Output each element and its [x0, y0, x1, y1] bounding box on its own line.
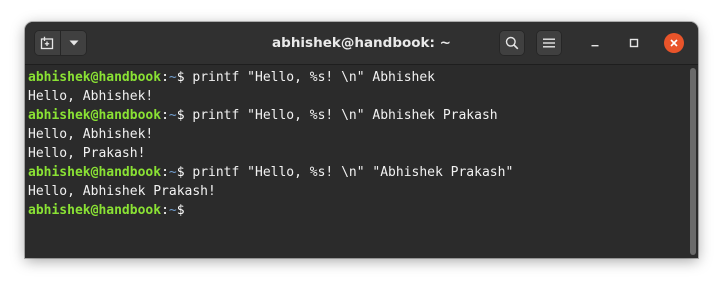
hamburger-icon [543, 38, 555, 48]
prompt-symbol: $ [176, 165, 193, 180]
tab-menu-button[interactable] [60, 30, 87, 56]
minimize-button[interactable] [585, 33, 605, 53]
prompt-path: ~ [168, 165, 177, 180]
prompt-symbol: $ [176, 203, 193, 218]
prompt-user-host: abhishek@handbook [28, 165, 162, 180]
output-line: Hello, Abhishek Prakash! [28, 184, 216, 199]
command-line: abhishek@handbook:~$ [28, 201, 687, 220]
prompt-symbol: $ [176, 108, 193, 123]
new-tab-button[interactable] [34, 30, 60, 56]
output-line: Hello, Abhishek! [28, 89, 154, 104]
maximize-button[interactable] [624, 33, 644, 53]
command-text: printf "Hello, %s! \n" Abhishek Prakash [192, 108, 498, 123]
command-line: abhishek@handbook:~$ printf "Hello, %s! … [28, 163, 687, 182]
prompt-separator: : [161, 108, 169, 123]
title-bar[interactable]: abhishek@handbook: ~ [25, 22, 698, 65]
command-text: printf "Hello, %s! \n" Abhishek [192, 70, 436, 85]
prompt-user-host: abhishek@handbook [28, 108, 162, 123]
new-tab-icon [40, 36, 54, 50]
search-icon [505, 36, 519, 50]
tab-button-group [34, 30, 87, 56]
menu-button[interactable] [536, 30, 562, 56]
prompt-separator: : [161, 165, 169, 180]
output-line: Hello, Prakash! [28, 146, 146, 161]
close-button[interactable] [664, 33, 684, 53]
command-line: abhishek@handbook:~$ printf "Hello, %s! … [28, 68, 687, 87]
prompt-separator: : [161, 203, 169, 218]
search-button[interactable] [499, 30, 525, 56]
prompt-path: ~ [168, 203, 177, 218]
output-line: Hello, Abhishek! [28, 127, 154, 142]
maximize-icon [629, 38, 639, 48]
prompt-user-host: abhishek@handbook [28, 70, 162, 85]
minimize-icon [591, 45, 599, 47]
prompt-symbol: $ [176, 70, 193, 85]
prompt-separator: : [161, 70, 169, 85]
chevron-down-icon [69, 40, 79, 46]
scrollbar[interactable] [690, 68, 696, 255]
command-text: printf "Hello, %s! \n" "Abhishek Prakash… [192, 165, 514, 180]
command-line: abhishek@handbook:~$ printf "Hello, %s! … [28, 106, 687, 125]
prompt-path: ~ [168, 70, 177, 85]
prompt-user-host: abhishek@handbook [28, 203, 162, 218]
terminal-window: abhishek@handbook: ~ abhishek@handbook:~… [25, 22, 698, 258]
prompt-path: ~ [168, 108, 177, 123]
close-icon [670, 39, 678, 47]
terminal-output[interactable]: abhishek@handbook:~$ printf "Hello, %s! … [25, 65, 687, 258]
